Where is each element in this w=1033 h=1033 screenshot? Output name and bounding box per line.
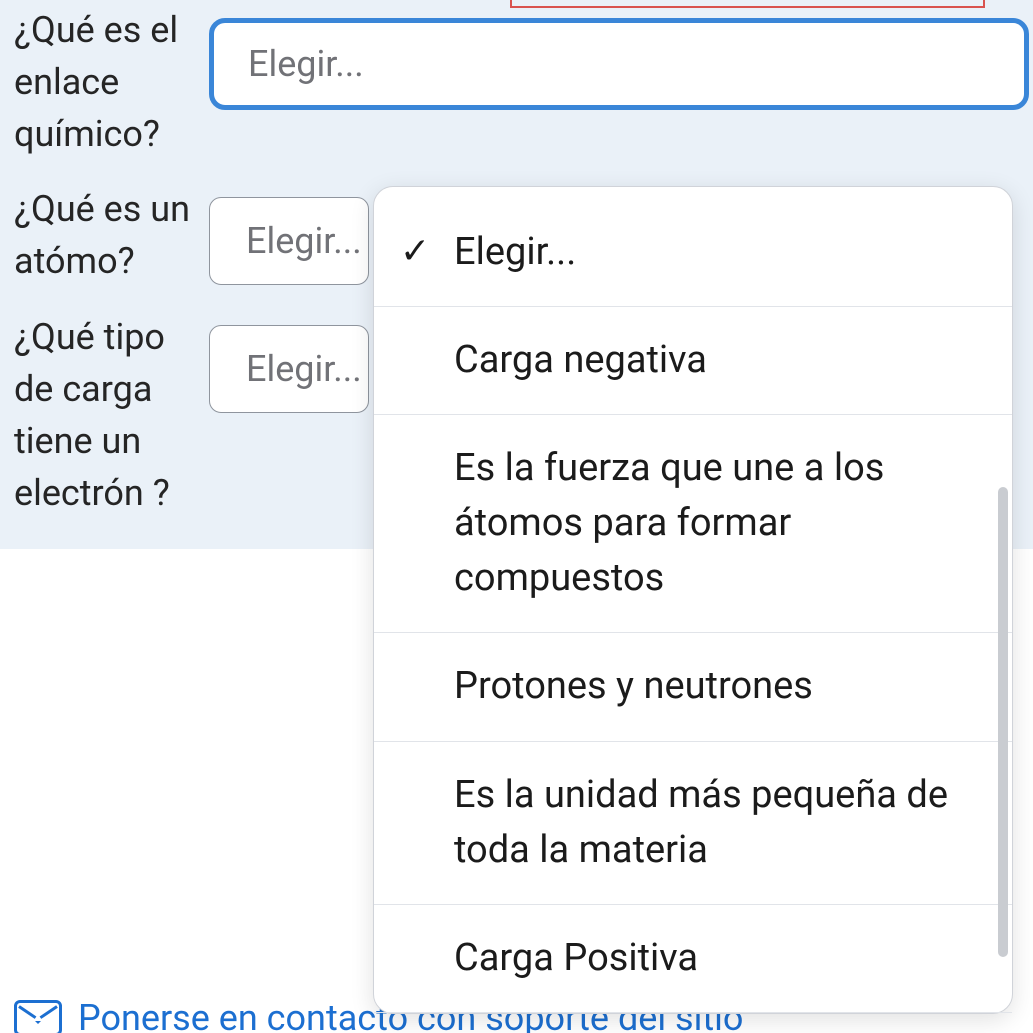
dropdown-scrollbar[interactable] bbox=[998, 487, 1008, 957]
question-row-1: ¿Qué es el enlace químico? Elegir... bbox=[0, 0, 1033, 161]
dropdown-option-placeholder[interactable]: Elegir... bbox=[374, 199, 1012, 307]
question-label-3: ¿Qué tipo de carga tiene un electrón ? bbox=[14, 311, 209, 520]
dropdown-option-1[interactable]: Carga negativa bbox=[374, 307, 1012, 415]
answer-select-2[interactable]: Elegir... bbox=[209, 197, 369, 285]
dropdown-option-3[interactable]: Protones y neutrones bbox=[374, 633, 1012, 741]
mail-icon bbox=[14, 1000, 62, 1033]
answer-select-1[interactable]: Elegir... bbox=[209, 18, 1029, 110]
dropdown-option-2[interactable]: Es la fuerza que une a los átomos para f… bbox=[374, 415, 1012, 633]
question-label-2: ¿Qué es un atómo? bbox=[14, 183, 209, 287]
dropdown-option-5[interactable]: Carga Positiva bbox=[374, 905, 1012, 1013]
dropdown-menu: Elegir... Carga negativa Es la fuerza qu… bbox=[373, 186, 1013, 1014]
dropdown-option-4[interactable]: Es la unidad más pequeña de toda la mate… bbox=[374, 742, 1012, 905]
question-label-1: ¿Qué es el enlace químico? bbox=[14, 4, 209, 161]
answer-select-3[interactable]: Elegir... bbox=[209, 325, 369, 413]
